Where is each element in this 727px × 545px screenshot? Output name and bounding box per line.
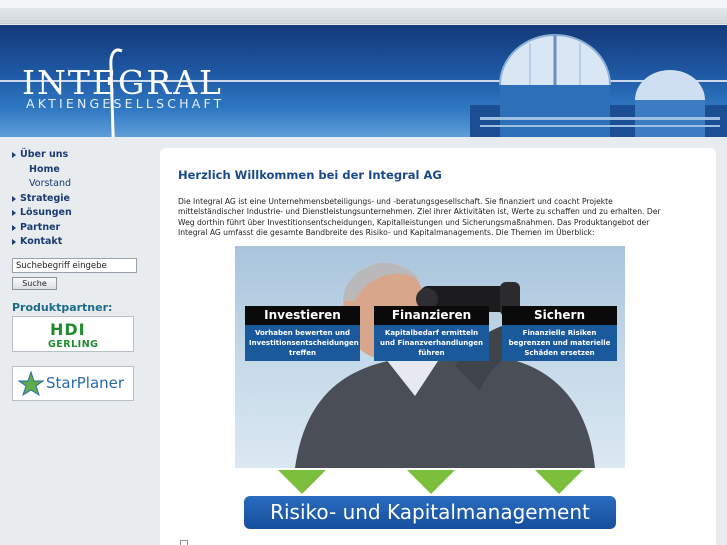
header-banner: INTEGRAL AKTIENGESELLSCHAFT	[0, 25, 727, 137]
arrow-down-icon	[407, 470, 455, 494]
nav-item-label: Strategie	[20, 193, 70, 204]
star-icon	[17, 370, 45, 397]
nav-item-vorstand[interactable]: Vorstand	[29, 178, 71, 189]
nav-item-kontakt[interactable]: Kontakt	[12, 236, 62, 247]
tile-text: Finanzielle Risiken begrenzen und materi…	[502, 325, 617, 361]
search-button[interactable]: Suche	[12, 277, 57, 290]
risk-capital-banner: Risiko- und Kapitalmanagement	[244, 496, 616, 529]
nav-item-label: Über uns	[20, 149, 69, 160]
browser-top-strip	[0, 0, 727, 8]
arrow-down-icon	[535, 470, 583, 494]
browser-toolbar	[0, 8, 727, 24]
nav-item-strategie[interactable]: Strategie	[12, 193, 70, 204]
arrow-right-icon	[12, 151, 16, 158]
tile-text: Vorhaben bewerten und Investitionsentsch…	[245, 325, 360, 361]
print-icon[interactable]	[180, 540, 188, 545]
hdi-gerling-logo[interactable]: HDI GERLING	[12, 316, 134, 352]
observatory-image	[470, 34, 727, 137]
hdi-logo-text: HDI	[50, 320, 86, 339]
nav-item-home[interactable]: Home	[29, 164, 60, 175]
nav-item-loesungen[interactable]: Lösungen	[12, 207, 72, 218]
arrow-down-icon	[278, 470, 326, 494]
tile-finanzieren[interactable]: Finanzieren Kapitalbedarf ermitteln und …	[374, 306, 489, 361]
arrow-right-icon	[12, 224, 16, 231]
page-title: Herzlich Willkommen bei der Integral AG	[178, 168, 442, 182]
nav-item-label: Kontakt	[20, 236, 63, 247]
tile-sichern[interactable]: Sichern Finanzielle Risiken begrenzen un…	[502, 306, 617, 361]
arrow-right-icon	[12, 209, 16, 216]
nav-item-partner[interactable]: Partner	[12, 222, 60, 233]
main-content: Herzlich Willkommen bei der Integral AG …	[160, 148, 716, 545]
nav-item-ueber-uns[interactable]: Über uns	[12, 149, 68, 160]
tile-title: Investieren	[245, 306, 360, 325]
nav-item-label: Partner	[20, 222, 61, 233]
starplaner-logo[interactable]: StarPlaner	[12, 366, 134, 401]
tile-text: Kapitalbedarf ermitteln und Finanzverhan…	[374, 325, 489, 361]
starplaner-text: StarPlaner	[46, 374, 125, 392]
integral-symbol-icon	[109, 48, 123, 137]
partner-title: Produktpartner:	[12, 301, 113, 314]
nav-item-label: Lösungen	[20, 207, 72, 218]
gerling-logo-text: GERLING	[48, 339, 99, 350]
tile-title: Sichern	[502, 306, 617, 325]
search-input[interactable]	[12, 258, 137, 273]
tile-investieren[interactable]: Investieren Vorhaben bewerten und Invest…	[245, 306, 360, 361]
arrow-right-icon	[12, 238, 16, 245]
arrow-right-icon	[12, 195, 16, 202]
intro-text: Die Integral AG ist eine Unternehmensbet…	[178, 197, 661, 238]
tile-title: Finanzieren	[374, 306, 489, 325]
